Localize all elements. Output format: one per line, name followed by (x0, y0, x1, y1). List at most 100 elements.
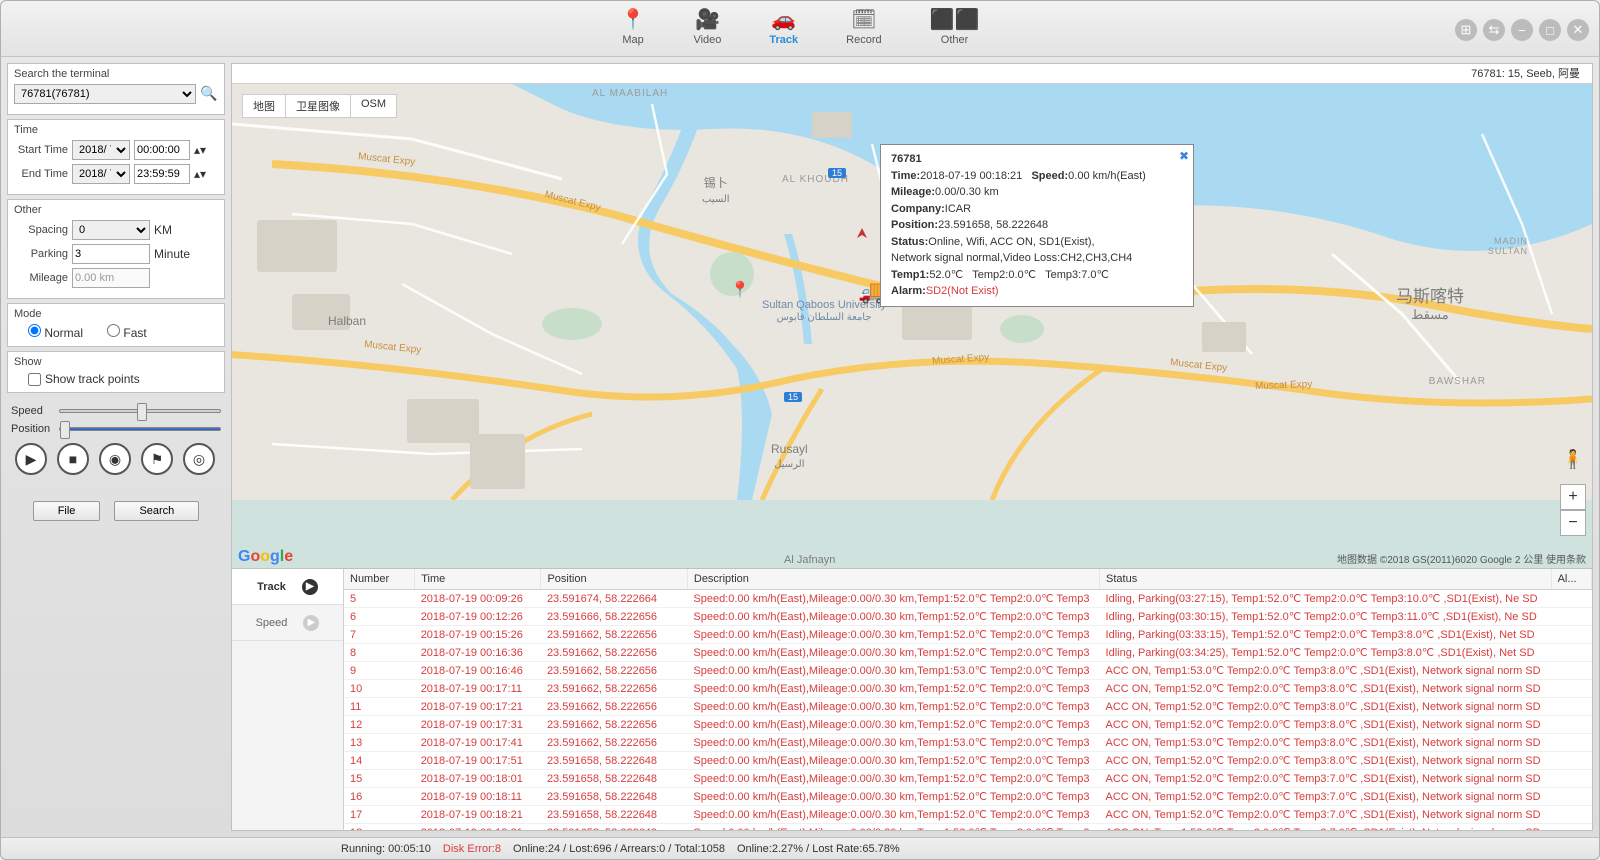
target-button[interactable]: ◎ (183, 443, 215, 475)
speed-slider[interactable] (59, 409, 221, 413)
map-canvas[interactable]: AL MAABILAH 锡卜السيب AL KHOUDH MADINSULTA… (232, 84, 1592, 568)
route-badge: 15 (784, 392, 802, 402)
mileage-input (72, 268, 150, 288)
parking-input[interactable] (72, 244, 150, 264)
position-slider[interactable] (59, 427, 221, 431)
group-title: Search the terminal (14, 68, 218, 80)
file-button[interactable]: File (33, 501, 101, 521)
group-title: Time (14, 124, 218, 136)
chevron-right-icon: ▶ (303, 615, 319, 631)
table-row[interactable]: 62018-07-19 00:12:2623.591666, 58.222656… (344, 608, 1592, 626)
column-header[interactable]: Position (541, 569, 687, 590)
status-rates: Online:2.27% / Lost Rate:65.78% (737, 843, 900, 855)
car-icon: 🚗 (771, 7, 796, 32)
terminal-select[interactable]: 76781(76781) (14, 84, 196, 104)
lower-side-tabs: Track▶ Speed▶ (232, 569, 344, 830)
zoom-out-button[interactable]: − (1560, 510, 1586, 536)
table-row[interactable]: 102018-07-19 00:17:1123.591662, 58.22265… (344, 680, 1592, 698)
tab-other[interactable]: ⬛⬛Other (930, 7, 980, 46)
minimize-button[interactable]: − (1511, 19, 1533, 41)
spinner-icon[interactable]: ▴▾ (194, 167, 206, 181)
tab-map[interactable]: 📍 Map (621, 7, 646, 46)
university-marker-icon: 📍 (730, 280, 750, 300)
record-icon: 🗓 (851, 7, 876, 32)
tab-label: Record (846, 34, 881, 46)
search-button[interactable]: Search (114, 501, 199, 521)
end-time-input[interactable] (134, 164, 190, 184)
speed-label: Speed (11, 405, 55, 417)
table-row[interactable]: 112018-07-19 00:17:2123.591662, 58.22265… (344, 698, 1592, 716)
table-row[interactable]: 72018-07-19 00:15:2623.591662, 58.222656… (344, 626, 1592, 644)
table-row[interactable]: 82018-07-19 00:16:3623.591662, 58.222656… (344, 644, 1592, 662)
map-type-satellite[interactable]: 卫星图像 (286, 95, 351, 117)
tab-record[interactable]: 🗓 Record (846, 7, 881, 46)
column-header[interactable]: Al... (1551, 569, 1591, 590)
column-header[interactable]: Number (344, 569, 415, 590)
tab-track[interactable]: 🚗Track (769, 7, 798, 46)
table-row[interactable]: 152018-07-19 00:18:0123.591658, 58.22264… (344, 770, 1592, 788)
parking-label: Parking (14, 248, 68, 260)
table-row[interactable]: 122018-07-19 00:17:3123.591662, 58.22265… (344, 716, 1592, 734)
map-label: Halban (328, 314, 366, 328)
spacing-label: Spacing (14, 224, 68, 236)
status-bar: Running: 00:05:10 Disk Error:8 Online:24… (1, 837, 1599, 859)
google-logo: Google (238, 548, 293, 566)
sidebar: Search the terminal 76781(76781) 🔍 Time … (7, 63, 225, 831)
table-row[interactable]: 132018-07-19 00:17:4123.591662, 58.22265… (344, 734, 1592, 752)
pegman-icon[interactable]: 🧍 (1562, 449, 1584, 470)
chevron-right-icon: ▶ (302, 579, 318, 595)
spinner-icon[interactable]: ▴▾ (194, 143, 206, 157)
sync-icon[interactable]: ⇆ (1483, 19, 1505, 41)
group-title: Other (14, 204, 218, 216)
column-header[interactable]: Description (687, 569, 1099, 590)
mode-normal-radio[interactable]: Normal (28, 324, 83, 340)
titlebar: 📍 Map 🎥Video 🚗Track 🗓 Record ⬛⬛Other ⊞ ⇆ −… (1, 1, 1599, 57)
mode-fast-radio[interactable]: Fast (107, 324, 147, 340)
table-row[interactable]: 182018-07-19 00:18:3123.591658, 58.22264… (344, 824, 1592, 831)
breadcrumb: 76781: 15, Seeb, 阿曼 (232, 64, 1592, 84)
record-button[interactable]: ◉ (99, 443, 131, 475)
table-row[interactable]: 92018-07-19 00:16:4623.591662, 58.222656… (344, 662, 1592, 680)
video-icon: 🎥 (695, 7, 720, 32)
column-header[interactable]: Time (415, 569, 541, 590)
map-type-osm[interactable]: OSM (351, 95, 396, 117)
time-group: Time Start Time 2018/ 7/19 ▴▾ End Time 2… (7, 119, 225, 195)
map-type-map[interactable]: 地图 (243, 95, 286, 117)
side-tab-track[interactable]: Track▶ (232, 569, 343, 605)
window-controls: ⊞ ⇆ − □ ✕ (1455, 19, 1589, 41)
table-row[interactable]: 172018-07-19 00:18:2123.591658, 58.22264… (344, 806, 1592, 824)
keypad-icon[interactable]: ⊞ (1455, 19, 1477, 41)
map-label: Al Jafnayn (784, 554, 835, 566)
maximize-button[interactable]: □ (1539, 19, 1561, 41)
search-group: Search the terminal 76781(76781) 🔍 (7, 63, 225, 115)
mileage-label: Mileage (14, 272, 68, 284)
map-pin-icon: 📍 (621, 7, 646, 32)
search-icon[interactable]: 🔍 (200, 85, 218, 103)
end-time-label: End Time (14, 168, 68, 180)
start-time-input[interactable] (134, 140, 190, 160)
tab-label: Map (622, 34, 643, 46)
flag-button[interactable]: ⚑ (141, 443, 173, 475)
table-row[interactable]: 162018-07-19 00:18:1123.591658, 58.22264… (344, 788, 1592, 806)
popup-close-icon[interactable]: ✖ (1179, 147, 1189, 165)
play-button[interactable]: ▶ (15, 443, 47, 475)
start-date-input[interactable]: 2018/ 7/19 (72, 140, 130, 160)
close-button[interactable]: ✕ (1567, 19, 1589, 41)
direction-arrow-icon (855, 226, 869, 243)
column-header[interactable]: Status (1100, 569, 1552, 590)
spacing-select[interactable]: 0 (72, 220, 150, 240)
show-points-checkbox[interactable]: Show track points (14, 372, 218, 386)
map-label: BAWSHAR (1429, 376, 1486, 387)
table-row[interactable]: 52018-07-19 00:09:2623.591674, 58.222664… (344, 590, 1592, 608)
map-label: 锡卜السيب (702, 174, 730, 205)
show-group: Show Show track points (7, 351, 225, 393)
status-online: Online:24 / Lost:696 / Arrears:0 / Total… (513, 843, 725, 855)
stop-button[interactable]: ■ (57, 443, 89, 475)
end-date-input[interactable]: 2018/ 7/19 (72, 164, 130, 184)
track-grid[interactable]: NumberTimePositionDescriptionStatusAl...… (344, 569, 1592, 830)
side-tab-speed[interactable]: Speed▶ (232, 605, 343, 641)
tab-video[interactable]: 🎥Video (693, 7, 721, 46)
table-row[interactable]: 142018-07-19 00:17:5123.591658, 58.22264… (344, 752, 1592, 770)
zoom-in-button[interactable]: + (1560, 484, 1586, 510)
map-label: MADINSULTAN (1488, 236, 1528, 256)
